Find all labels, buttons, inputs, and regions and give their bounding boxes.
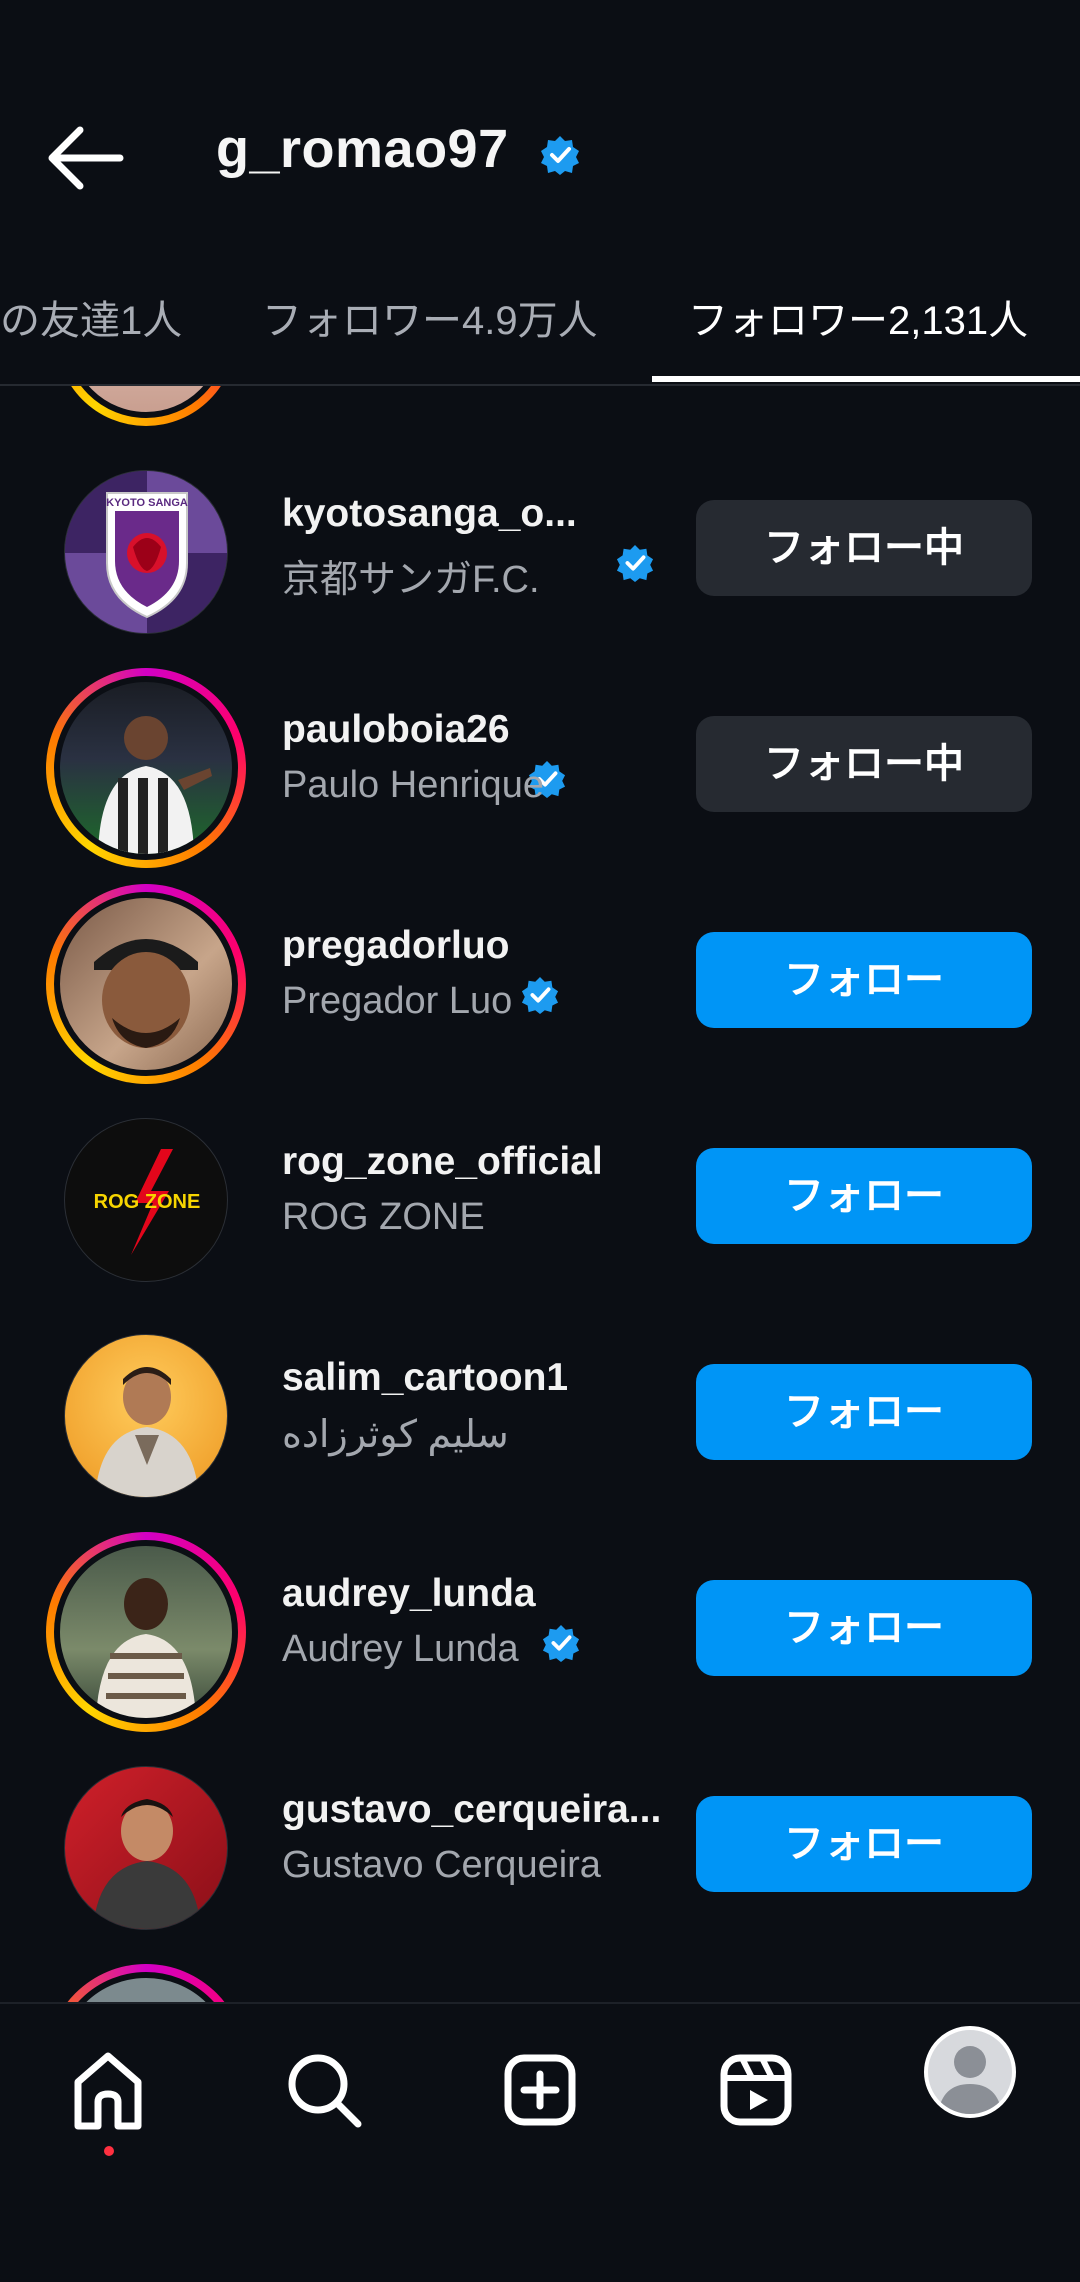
avatar-photo-icon [98,716,212,854]
follow-button[interactable]: フォロー [696,1364,1032,1460]
home-icon[interactable] [58,2040,158,2140]
full-name: Gustavo Cerqueira [282,1844,601,1886]
list-item[interactable]: KYOTO SANGA kyotosanga_o... 京都サンガF.C. フォ… [0,430,1080,646]
avatar[interactable] [46,1748,246,1948]
list-item[interactable]: pregadorluo Pregador Luo フォロー [0,862,1080,1084]
kyoto-sanga-crest-icon: KYOTO SANGA [65,471,227,633]
verified-badge-icon [542,1624,580,1662]
avatar-photo-icon [95,1367,199,1497]
active-tab-indicator [652,376,1080,382]
username[interactable]: pauloboia26 [282,708,510,752]
following-button[interactable]: フォロー中 [696,500,1032,596]
page-title: g_romao97 [216,119,509,179]
follow-button[interactable]: フォロー [696,1796,1032,1892]
full-name: سلیم کوثرزاده [282,1414,509,1456]
list-item[interactable]: salim_cartoon1 سلیم کوثرزاده フォロー [0,1294,1080,1510]
follower-list[interactable]: KYOTO SANGA kyotosanga_o... 京都サンガF.C. フォ… [0,386,1080,2004]
avatar-partial-top[interactable] [56,386,236,426]
avatar-photo-icon [96,1578,196,1718]
full-name: ROG ZONE [282,1196,485,1238]
username[interactable]: salim_cartoon1 [282,1356,568,1400]
username[interactable]: kyotosanga_o... [282,492,577,536]
avatar[interactable]: KYOTO SANGA [46,452,246,652]
follow-tabs: の友達1人 フォロワー4.9万人 フォロワー2,131人 [0,270,1080,386]
list-item[interactable]: gustavo_cerqueira... Gustavo Cerqueira フ… [0,1726,1080,1942]
full-name: 京都サンガF.C. [282,559,540,601]
tab-followers[interactable]: フォロワー4.9万人 [262,288,598,346]
avatar-photo-icon [94,939,198,1048]
avatar[interactable] [46,1532,246,1732]
avatar[interactable]: ROG ZONE [46,1100,246,1300]
list-item[interactable]: audrey_lunda Audrey Lunda フォロー [0,1510,1080,1732]
list-item[interactable]: ROG ZONE rog_zone_official ROG ZONE フォロー [0,1078,1080,1294]
notification-dot [104,2146,114,2156]
profile-avatar[interactable] [924,2026,1016,2118]
reels-icon[interactable] [706,2040,806,2140]
search-icon[interactable] [274,2040,374,2140]
full-name: Audrey Lunda [282,1628,519,1670]
avatar[interactable] [46,884,246,1084]
username[interactable]: rog_zone_official [282,1140,603,1184]
top-bar: g_romao97 [0,0,1080,240]
create-icon[interactable] [490,2040,590,2140]
verified-badge-icon [521,976,559,1014]
username[interactable]: gustavo_cerqueira... [282,1788,661,1832]
tab-mutual-friends[interactable]: の友達1人 [0,288,182,346]
tab-following[interactable]: フォロワー2,131人 [688,288,1028,346]
back-arrow-icon[interactable] [40,118,130,198]
follow-button[interactable]: フォロー [696,1148,1032,1244]
follow-button[interactable]: フォロー [696,932,1032,1028]
bottom-navigation [0,2002,1080,2282]
full-name: Pregador Luo [282,980,513,1022]
rog-zone-logo-icon: ROG ZONE [94,1149,201,1255]
following-button[interactable]: フォロー中 [696,716,1032,812]
rog-zone-logo-text: ROG ZONE [94,1191,201,1213]
follow-button[interactable]: フォロー [696,1580,1032,1676]
avatar-photo-icon [93,1799,201,1929]
kyoto-logo-text: KYOTO SANGA [106,497,188,509]
username[interactable]: pregadorluo [282,924,510,968]
username[interactable]: audrey_lunda [282,1572,536,1616]
full-name: Paulo Henrique [282,764,544,806]
verified-badge-icon [541,136,579,175]
avatar[interactable] [46,1316,246,1516]
avatar-partial-bottom[interactable] [46,1964,246,2004]
verified-badge-icon [616,544,654,582]
profile-icon [938,2046,1002,2114]
list-item[interactable]: pauloboia26 Paulo Henrique フォロー中 [0,646,1080,868]
avatar[interactable] [46,668,246,868]
